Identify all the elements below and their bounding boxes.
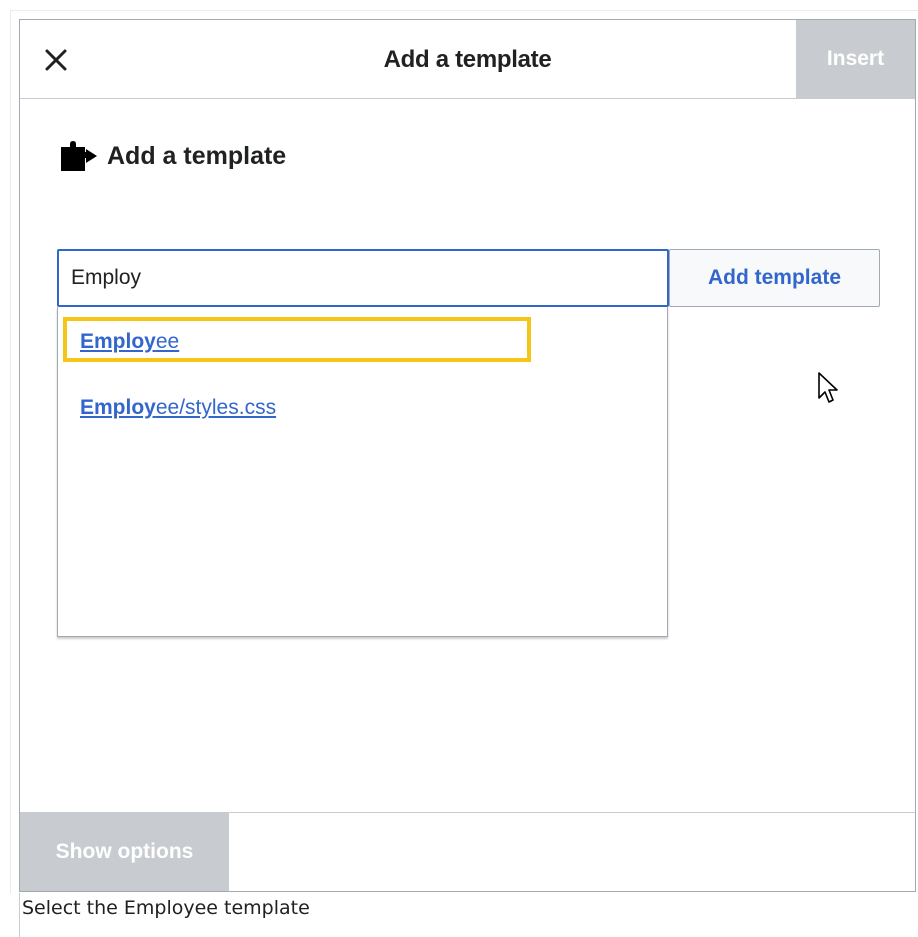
section-heading: Add a template — [61, 138, 286, 174]
puzzle-icon — [61, 141, 97, 171]
show-options-button[interactable]: Show options — [20, 813, 229, 891]
insert-button[interactable]: Insert — [796, 20, 915, 98]
suggestion-rest-text: ee — [155, 330, 180, 353]
add-template-dialog: Add a template Insert Add a template Add… — [19, 19, 916, 892]
dialog-footer: Show options — [20, 812, 915, 891]
mouse-cursor-icon — [818, 372, 838, 403]
suggestion-match-text: Employ — [80, 396, 156, 419]
suggestions-dropdown: Employee Employee/styles.css — [57, 307, 668, 637]
dialog-header: Add a template Insert — [20, 20, 915, 99]
suggestion-employee-styles[interactable]: Employee/styles.css — [80, 396, 276, 420]
caption-divider — [19, 893, 20, 937]
template-search-input[interactable] — [57, 249, 669, 307]
image-caption: Select the Employee template — [22, 897, 310, 919]
suggestion-employee[interactable]: Employee — [80, 330, 179, 354]
suggestion-match-text: Employ — [80, 330, 156, 353]
section-title: Add a template — [107, 141, 287, 170]
dialog-title: Add a template — [383, 46, 552, 73]
suggestion-rest-text: ee/styles.css — [155, 396, 277, 419]
add-template-button[interactable]: Add template — [669, 249, 880, 307]
